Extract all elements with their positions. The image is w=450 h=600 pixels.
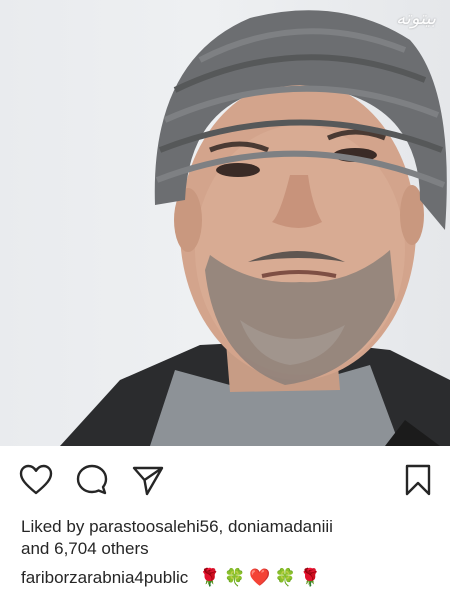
likes-prefix: Liked by [21,517,85,536]
liked-by-user-link[interactable]: doniamadaniii [228,517,333,536]
liked-by-user-link[interactable]: parastoosalehi56 [89,517,218,536]
save-button[interactable] [400,462,436,498]
heart-icon [19,464,53,495]
share-button[interactable] [130,462,166,498]
like-button[interactable] [18,462,54,498]
instagram-post: بیتوته Liked by parastoosalehi56, doniam… [0,0,450,600]
caption-text: 🌹🍀❤️🍀🌹 [199,568,325,587]
paper-plane-icon [132,466,164,496]
likes-summary: Liked by parastoosalehi56, doniamadaniii… [21,516,441,560]
watermark-logo: بیتوته [396,8,436,29]
portrait-illustration [60,10,450,446]
bookmark-icon [405,464,431,496]
likes-conjunction: and [21,539,50,558]
post-photo[interactable]: بیتوته [0,0,450,446]
comment-button[interactable] [74,462,110,498]
likes-others-link[interactable]: 6,704 others [54,539,149,558]
comment-bubble-icon [76,464,108,495]
likes-separator: , [218,517,224,536]
caption-username-link[interactable]: fariborzarabnia4public [21,568,188,587]
post-caption: fariborzarabnia4public 🌹🍀❤️🍀🌹 [21,566,441,590]
post-actions-bar [0,458,450,502]
